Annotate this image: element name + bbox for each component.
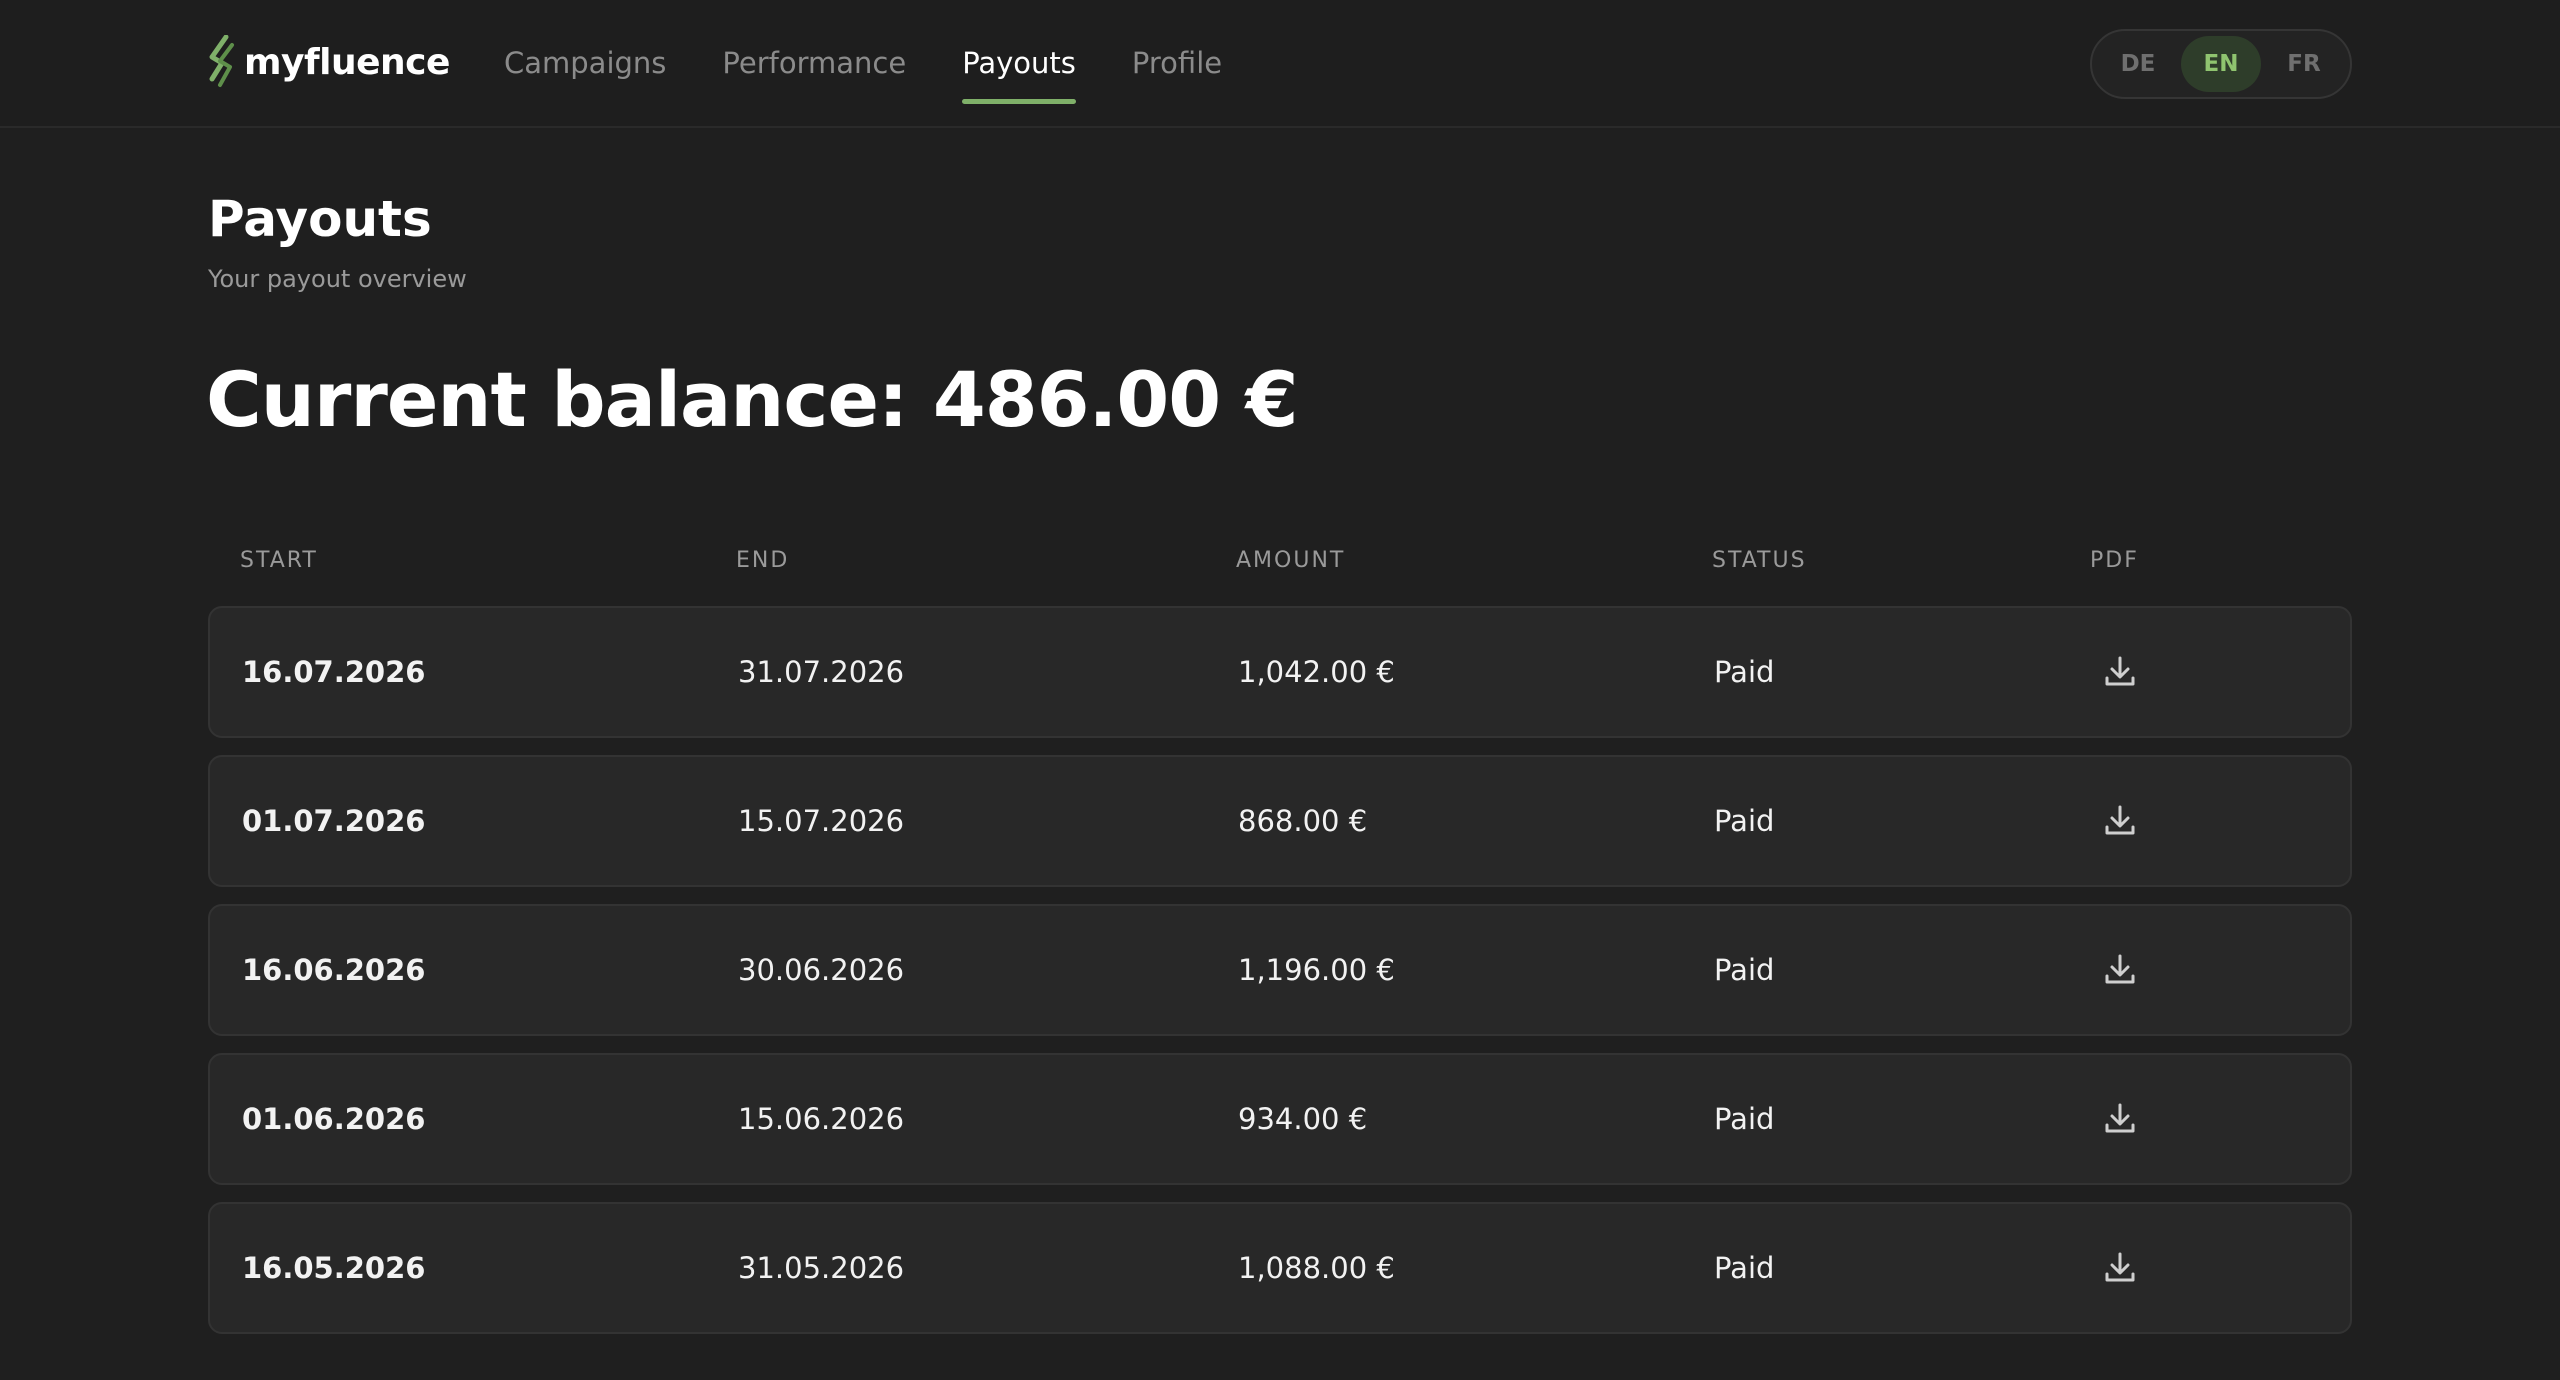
main-nav: Campaigns Performance Payouts Profile [504,0,1278,126]
download-pdf-button[interactable] [2100,801,2140,841]
download-pdf-button[interactable] [2100,1099,2140,1139]
cell-end: 31.07.2026 [738,655,905,689]
language-switcher: DE EN FR [2090,29,2352,99]
table-row: 01.06.2026 15.06.2026 934.00 € Paid [208,1053,2352,1185]
cell-end: 31.05.2026 [738,1251,905,1285]
download-icon [2105,1252,2135,1282]
header-status: STATUS [1712,548,1807,573]
cell-amount: 1,042.00 € [1238,655,1395,689]
cell-start: 01.06.2026 [242,1102,426,1136]
nav-performance[interactable]: Performance [722,0,906,126]
header-end: END [736,548,790,573]
cell-start: 01.07.2026 [242,804,426,838]
brand-logo[interactable]: myfluence [206,34,450,90]
download-pdf-button[interactable] [2100,1248,2140,1288]
cell-status: Paid [1714,953,1775,987]
table-row: 16.05.2026 31.05.2026 1,088.00 € Paid [208,1202,2352,1334]
header-start: START [240,548,318,573]
brand-name: myfluence [244,41,450,83]
lang-fr[interactable]: FR [2264,36,2344,92]
table-row: 16.06.2026 30.06.2026 1,196.00 € Paid [208,904,2352,1036]
page-subtitle: Your payout overview [208,265,467,293]
logo-mark-icon [209,35,234,87]
download-pdf-button[interactable] [2100,950,2140,990]
payouts-table-header: START END AMOUNT STATUS PDF [208,548,2352,578]
header-pdf: PDF [2090,548,2139,573]
table-row: 01.07.2026 15.07.2026 868.00 € Paid [208,755,2352,887]
download-pdf-button[interactable] [2100,652,2140,692]
download-icon [2105,656,2135,686]
table-row: 16.07.2026 31.07.2026 1,042.00 € Paid [208,606,2352,738]
cell-status: Paid [1714,1102,1775,1136]
lang-de[interactable]: DE [2098,36,2178,92]
download-icon [2105,1103,2135,1133]
cell-amount: 1,196.00 € [1238,953,1395,987]
cell-amount: 868.00 € [1238,804,1368,838]
cell-start: 16.06.2026 [242,953,426,987]
cell-status: Paid [1714,655,1775,689]
current-balance: Current balance: 486.00 € [206,355,1298,444]
page-title: Payouts [208,190,432,248]
top-navigation-bar: myfluence Campaigns Performance Payouts … [0,0,2560,128]
nav-campaigns[interactable]: Campaigns [504,0,666,126]
header-amount: AMOUNT [1236,548,1346,573]
cell-end: 30.06.2026 [738,953,905,987]
download-icon [2105,954,2135,984]
download-icon [2105,805,2135,835]
nav-payouts[interactable]: Payouts [962,0,1076,126]
cell-start: 16.05.2026 [242,1251,426,1285]
cell-end: 15.07.2026 [738,804,905,838]
cell-status: Paid [1714,1251,1775,1285]
lang-en[interactable]: EN [2181,36,2261,92]
cell-end: 15.06.2026 [738,1102,905,1136]
cell-status: Paid [1714,804,1775,838]
nav-profile[interactable]: Profile [1132,0,1222,126]
cell-amount: 934.00 € [1238,1102,1368,1136]
cell-amount: 1,088.00 € [1238,1251,1395,1285]
cell-start: 16.07.2026 [242,655,426,689]
